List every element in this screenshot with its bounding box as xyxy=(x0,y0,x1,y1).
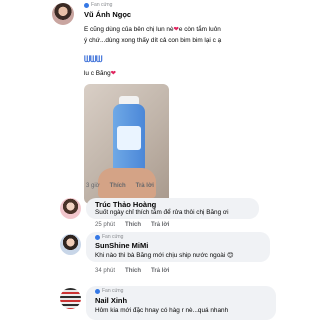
avatar[interactable] xyxy=(60,288,81,309)
commenter-name[interactable]: Nail Xinh xyxy=(95,296,127,305)
like-button[interactable]: Thích xyxy=(125,222,141,228)
commenter-name[interactable]: Vũ Ánh Ngọc xyxy=(84,10,131,19)
comment-actions: 25 phút Thích Trả lời xyxy=(95,222,169,228)
comment-text: Khi nào thì bà Băng mới chịu ship nước n… xyxy=(95,252,234,259)
fan-badge: Fan cứng xyxy=(84,2,112,8)
fan-badge: Fan cứng xyxy=(95,288,123,294)
reply-button[interactable]: Trả lời xyxy=(136,183,154,189)
comment-text: Suốt ngày chỉ thích tắm để rửa thôi chị … xyxy=(95,209,229,216)
comment-text: lu c Băng❤ xyxy=(84,70,117,77)
like-button[interactable]: Thích xyxy=(125,268,141,274)
reaction-emoji: ᗯᗯᗯ xyxy=(84,54,103,64)
fan-badge: Fan cứng xyxy=(95,234,123,240)
commenter-name[interactable]: SunShine MiMi xyxy=(95,241,148,250)
avatar[interactable] xyxy=(60,234,81,255)
fan-badge-icon xyxy=(95,234,100,240)
timestamp: 34 phút xyxy=(95,268,116,274)
comment-actions: 34 phút Thích Trả lời xyxy=(95,268,169,274)
reply-button[interactable]: Trả lời xyxy=(151,222,169,228)
comment-text: E cũng dùng của bên chị lun nè❤e còn tắm… xyxy=(84,26,221,33)
timestamp: 25 phút xyxy=(95,222,116,228)
comment-text: Hôm kia mới đặc hnay có hàg r nè...quá n… xyxy=(95,307,229,314)
like-button[interactable]: Thích xyxy=(110,183,126,189)
comment-text: ý chứ...dùng xong thấy dít cả con bim bi… xyxy=(84,37,222,44)
fan-badge-icon xyxy=(84,2,89,8)
fan-badge-icon xyxy=(95,288,100,294)
heart-icon: ❤ xyxy=(110,70,117,77)
reply-button[interactable]: Trả lời xyxy=(151,268,169,274)
avatar[interactable] xyxy=(60,198,81,219)
avatar[interactable] xyxy=(52,3,74,25)
comment-actions: 3 giờ Thích Trả lời xyxy=(86,183,154,189)
timestamp: 3 giờ xyxy=(86,183,100,189)
bottle-label xyxy=(117,126,141,150)
